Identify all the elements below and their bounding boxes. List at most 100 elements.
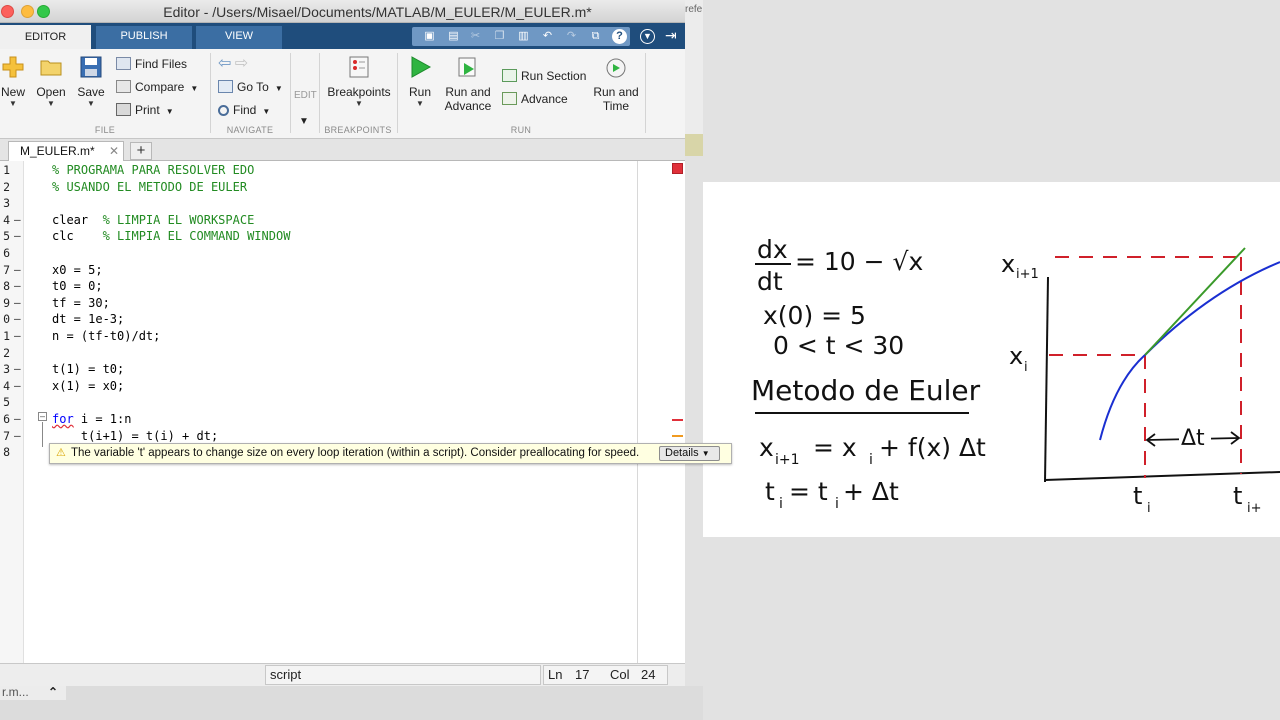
tab-publish[interactable]: PUBLISH <box>96 26 192 49</box>
find-button[interactable]: Find ▼ <box>218 101 270 119</box>
code-line[interactable]: t(i+1) = t(i) + dt; <box>52 428 218 445</box>
tab-editor[interactable]: EDITOR <box>0 25 91 49</box>
eq1-rhs: = 10 − √x <box>795 247 923 276</box>
title-bar[interactable]: Editor - /Users/Misael/Documents/MATLAB/… <box>0 0 685 23</box>
print-label: Print <box>135 103 160 117</box>
analyzer-marker-error[interactable] <box>672 419 683 421</box>
forward-arrow-icon[interactable]: ⇨ <box>235 55 248 72</box>
line-number: 5 <box>3 229 10 244</box>
code-line[interactable]: t0 = 0; <box>52 278 103 295</box>
breakpoint-slot[interactable]: – <box>14 311 21 328</box>
code-line[interactable]: x(1) = x0; <box>52 378 124 395</box>
details-label: Details <box>665 447 699 459</box>
open-button[interactable]: Open ▼ <box>34 55 68 109</box>
code-analyzer-status-icon[interactable] <box>672 163 683 174</box>
details-button[interactable]: Details ▼ <box>659 446 720 461</box>
right-margin-line <box>637 161 638 663</box>
eq5-sub: i <box>779 496 783 512</box>
compare-button[interactable]: Compare ▼ <box>116 78 198 96</box>
breakpoint-slot[interactable]: – <box>14 428 21 445</box>
run-and-time-button[interactable]: Run and Time <box>592 55 640 113</box>
close-icon[interactable]: ✕ <box>109 142 119 161</box>
add-tab-button[interactable]: + <box>130 142 152 160</box>
code-line[interactable]: t(1) = t0; <box>52 361 124 378</box>
line-number: 8 <box>3 279 10 294</box>
code-line[interactable]: clc % LIMPIA EL COMMAND WINDOW <box>52 228 290 245</box>
breakpoint-slot[interactable]: – <box>14 278 21 295</box>
code-line[interactable]: clear % LIMPIA EL WORKSPACE <box>52 212 254 229</box>
print-button[interactable]: Print ▼ <box>116 101 174 119</box>
go-to-button[interactable]: Go To ▼ <box>218 78 283 96</box>
line-number: 7 <box>3 428 10 443</box>
breakpoint-slot[interactable]: – <box>14 411 21 428</box>
eq4-mid-sub: i <box>869 452 873 468</box>
code-line[interactable]: dt = 1e-3; <box>52 311 124 328</box>
chevron-up-icon[interactable]: ⌃ <box>48 686 58 698</box>
run-button[interactable]: Run ▼ <box>404 55 436 109</box>
code-line[interactable]: x0 = 5; <box>52 262 103 279</box>
code-line[interactable]: % USANDO EL METODO DE EULER <box>52 179 247 196</box>
code-editor[interactable]: 1 2 3 4–5–6 7–8–9–0–1–2 3–4–5 6–7–8 % PROGRAMA… <box>0 161 685 663</box>
eq4-lhs: x <box>759 433 774 462</box>
code-line[interactable]: n = (tf-t0)/dt; <box>52 328 160 345</box>
back-forward-buttons[interactable]: ⇦ ⇨ <box>218 55 248 73</box>
breakpoints-label: Breakpoints <box>327 85 391 99</box>
run-and-advance-label-2: Advance <box>444 99 492 113</box>
breakpoint-slot[interactable]: – <box>14 295 21 312</box>
code-line[interactable]: for i = 1:n <box>52 411 131 428</box>
new-button[interactable]: New ▼ <box>0 55 26 109</box>
code-line[interactable]: % PROGRAMA PARA RESOLVER EDO <box>52 162 254 179</box>
edit-expand-icon[interactable]: ▼ <box>299 113 309 131</box>
warning-message: The variable 't' appears to change size … <box>71 447 640 459</box>
breakpoints-button[interactable]: Breakpoints ▼ <box>326 55 392 109</box>
fold-toggle-icon[interactable]: – <box>38 412 47 421</box>
warning-icon: ⚠ <box>56 447 66 459</box>
breakpoint-slot[interactable]: – <box>14 228 21 245</box>
status-file-type: script <box>265 665 541 685</box>
find-files-icon <box>116 57 131 70</box>
code-line[interactable]: tf = 30; <box>52 295 110 312</box>
run-and-advance-button[interactable]: Run and Advance <box>444 55 492 113</box>
copy-icon[interactable]: ❐ <box>492 29 507 44</box>
pin-icon[interactable]: ⇥ <box>665 27 677 44</box>
eq1-denominator: dt <box>757 267 783 296</box>
status-bar: script Ln 17 Col 24 <box>0 663 685 686</box>
options-icon[interactable]: ▼ <box>640 29 655 44</box>
document-tab-m-euler[interactable]: M_EULER.m* ✕ <box>8 141 124 162</box>
background-taskbar: r.m... ⌃ <box>0 686 703 720</box>
undo-icon[interactable]: ↶ <box>540 29 555 44</box>
status-col-label: Col <box>610 667 630 682</box>
tab-view[interactable]: VIEW <box>196 26 282 49</box>
paste-icon[interactable]: ▥ <box>516 29 531 44</box>
save-icon[interactable]: ▤ <box>446 29 461 44</box>
back-arrow-icon[interactable]: ⇦ <box>218 55 231 72</box>
help-icon[interactable]: ? <box>612 29 627 44</box>
line-number: 3 <box>3 362 10 377</box>
analyzer-marker-warning[interactable] <box>672 435 683 437</box>
group-label-run: RUN <box>510 125 532 135</box>
code-text: t(1) = t0; <box>52 362 125 377</box>
save-button[interactable]: Save ▼ <box>76 55 106 109</box>
redo-icon[interactable]: ↷ <box>564 29 579 44</box>
run-section-button[interactable]: Run Section <box>502 67 586 85</box>
new-file-icon[interactable]: ▣ <box>422 29 437 44</box>
advance-button[interactable]: Advance <box>502 90 568 108</box>
code-comment: % LIMPIA EL COMMAND WINDOW <box>102 229 291 244</box>
breakpoint-slot[interactable]: – <box>14 212 21 229</box>
window-title: Editor - /Users/Misael/Documents/MATLAB/… <box>163 4 592 20</box>
cut-icon[interactable]: ✂ <box>468 29 483 44</box>
graph-x2-label: t <box>1233 482 1242 510</box>
breakpoint-slot[interactable]: – <box>14 262 21 279</box>
line-number: 2 <box>3 179 10 194</box>
switch-windows-icon[interactable]: ⧉ <box>588 29 603 44</box>
graph-x-axis <box>1044 471 1280 481</box>
find-files-button[interactable]: Find Files <box>116 55 187 73</box>
code-comment: % USANDO EL METODO DE EULER <box>52 179 248 194</box>
breakpoint-slot[interactable]: – <box>14 378 21 395</box>
graph-x1-label: t <box>1133 482 1142 510</box>
code-text: dt = 1e-3; <box>52 312 125 327</box>
breakpoint-slot[interactable]: – <box>14 328 21 345</box>
background-mini-tab[interactable]: r.m... ⌃ <box>0 686 66 700</box>
mini-tab-label: r.m... <box>2 685 29 699</box>
breakpoint-slot[interactable]: – <box>14 361 21 378</box>
